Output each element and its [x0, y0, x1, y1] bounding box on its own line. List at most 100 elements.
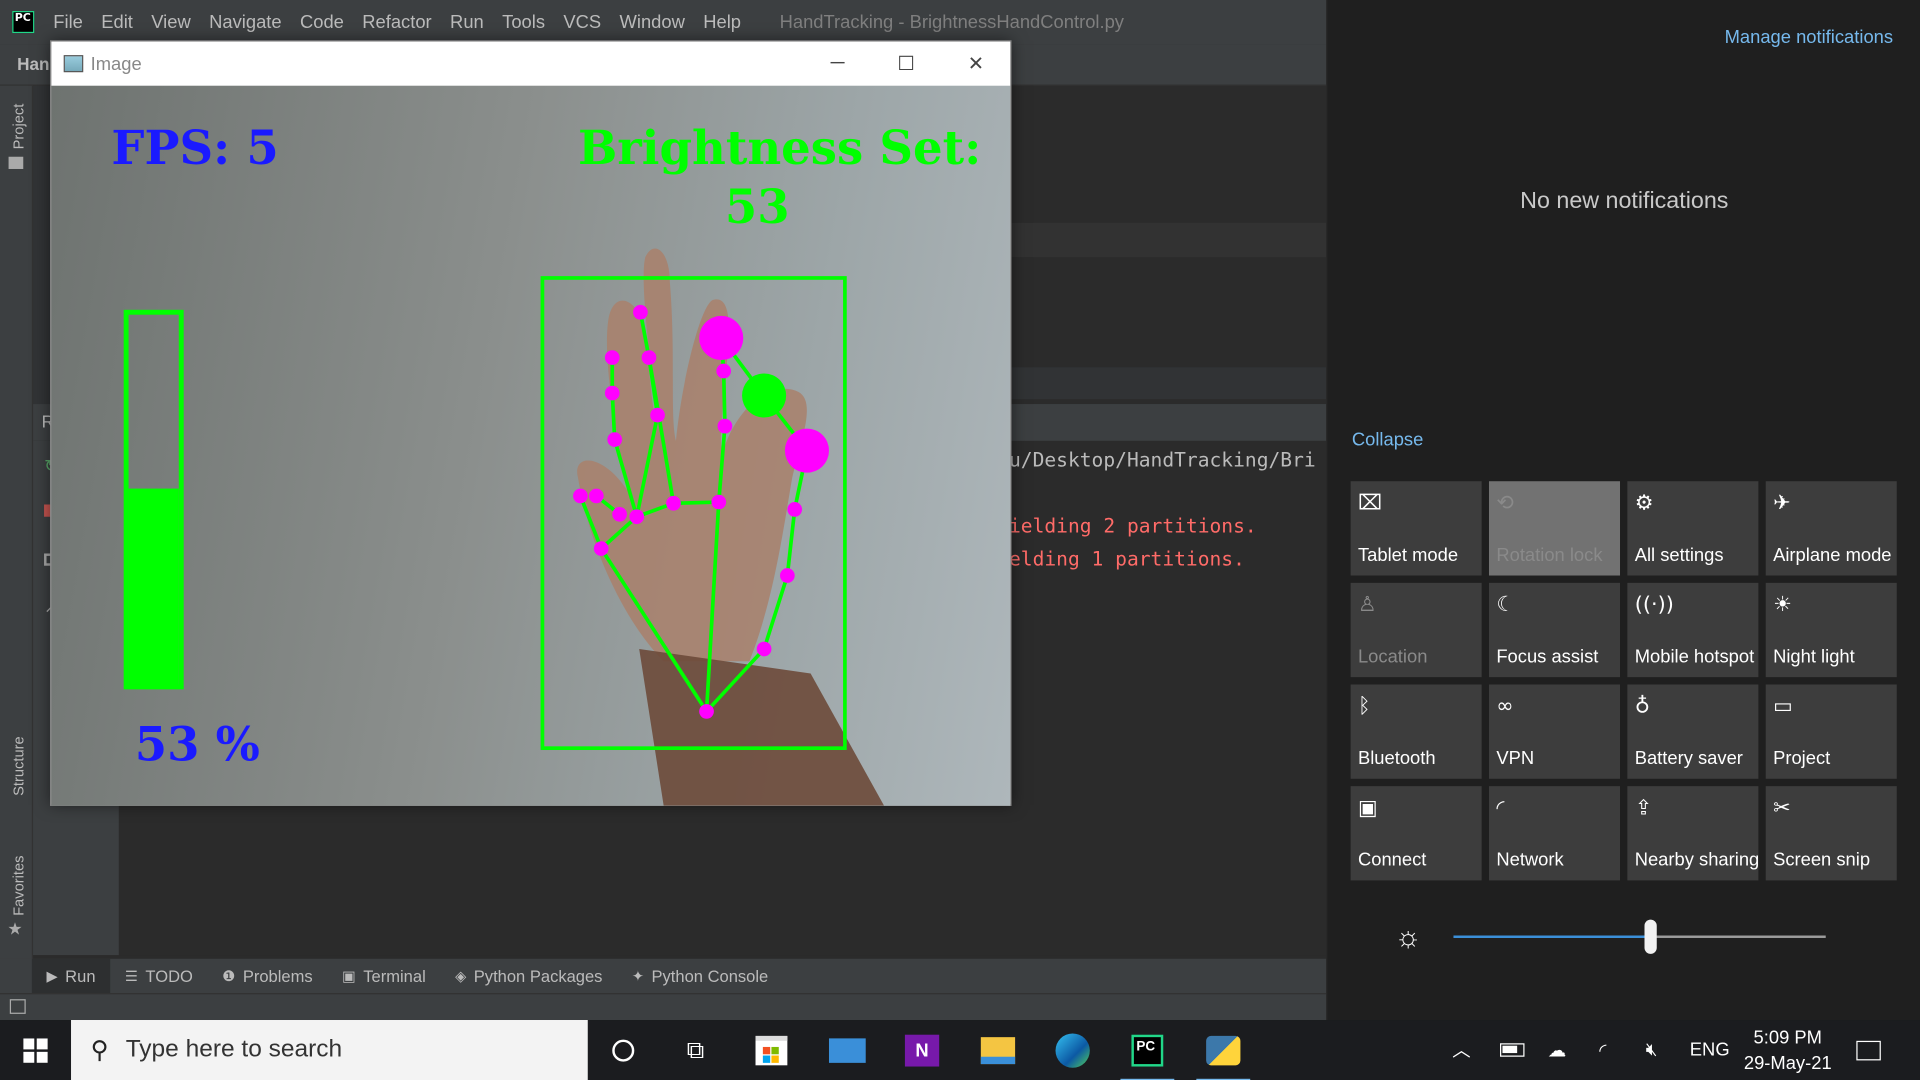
task-view-icon[interactable]: ⧉: [664, 1025, 728, 1076]
toggle-tool-windows-icon[interactable]: [9, 999, 26, 1014]
no-notifications-text: No new notifications: [1520, 188, 1729, 215]
play-icon: ▶: [46, 967, 58, 985]
nearby-sharing-icon: ⇪: [1634, 795, 1653, 821]
show-hidden-icons[interactable]: ︿: [1452, 1020, 1470, 1080]
tile-connect[interactable]: ▣ Connect: [1350, 786, 1482, 881]
tile-label: Screen snip: [1773, 849, 1871, 871]
project-icon: ▭: [1773, 694, 1793, 719]
maximize-button[interactable]: ☐: [872, 42, 941, 86]
tile-label: All settings: [1634, 544, 1724, 566]
manage-notifications-link[interactable]: Manage notifications: [1725, 27, 1893, 48]
info-icon: ❶: [222, 967, 236, 985]
connect-icon: ▣: [1357, 795, 1378, 821]
tile-tablet[interactable]: ⌧ Tablet mode: [1350, 481, 1482, 576]
collapse-link[interactable]: Collapse: [1352, 430, 1423, 451]
pinch-midpoint: [742, 373, 787, 418]
tab-python-packages[interactable]: ◈ Python Packages: [440, 959, 617, 993]
battery-icon[interactable]: [1500, 1020, 1525, 1080]
tab-run[interactable]: ▶ Run: [31, 958, 111, 994]
pycharm-taskbar-icon[interactable]: PC: [1116, 1025, 1180, 1080]
brightness-slider[interactable]: [1453, 919, 1826, 954]
onenote-icon[interactable]: N: [890, 1025, 954, 1076]
rotation-lock-icon: ⟲: [1496, 491, 1514, 516]
menu-code[interactable]: Code: [291, 12, 353, 33]
file-explorer-icon[interactable]: [966, 1025, 1030, 1076]
tile-hotspot[interactable]: ((·)) Mobile hotspot: [1627, 582, 1759, 678]
tab-terminal[interactable]: ▣ Terminal: [327, 959, 440, 993]
tile-battery-saver[interactable]: ♁ Battery saver: [1627, 684, 1759, 779]
language-indicator[interactable]: ENG: [1690, 1020, 1730, 1080]
tab-structure[interactable]: Structure: [10, 736, 27, 796]
store-icon[interactable]: [740, 1025, 804, 1076]
tile-location[interactable]: ♙ Location: [1350, 582, 1482, 678]
cortana-icon[interactable]: [591, 1025, 655, 1076]
image-window: Image ─ ☐ ✕ FPS: 5 Brightness Set: 53 53…: [50, 40, 1012, 806]
brightness-icon: ☼: [1394, 920, 1422, 954]
menu-vcs[interactable]: VCS: [554, 12, 610, 33]
tab-todo[interactable]: ☰ TODO: [110, 959, 207, 993]
ide-menubar: PC File Edit View Navigate Code Refactor…: [0, 0, 1327, 45]
tab-problems-label: Problems: [242, 966, 313, 986]
menu-window[interactable]: Window: [610, 12, 694, 33]
tile-gear[interactable]: ⚙ All settings: [1627, 481, 1759, 576]
wifi-icon[interactable]: ◜: [1599, 1020, 1606, 1080]
tile-airplane[interactable]: ✈ Airplane mode: [1765, 481, 1897, 576]
minimize-button[interactable]: ─: [803, 42, 872, 86]
action-center: Manage notifications No new notification…: [1326, 0, 1920, 1021]
volume-muted-icon[interactable]: 🔇︎: [1646, 1020, 1658, 1080]
tab-favorites[interactable]: Favorites: [10, 855, 27, 915]
menu-refactor[interactable]: Refactor: [353, 12, 441, 33]
close-button[interactable]: ✕: [942, 42, 1011, 86]
menu-file[interactable]: File: [44, 12, 92, 33]
gear-icon: ⚙: [1634, 491, 1654, 516]
tile-night-light[interactable]: ☀ Night light: [1765, 582, 1897, 678]
clock[interactable]: 5:09 PM 29-May-21: [1734, 1025, 1842, 1076]
tile-network[interactable]: ◜ Network: [1488, 786, 1621, 881]
console-error-line-2: elding 1 partitions.: [1008, 547, 1245, 571]
menu-run[interactable]: Run: [441, 12, 493, 33]
camera-frame: FPS: 5 Brightness Set: 53 53 %: [51, 85, 1011, 806]
ide-status-bar: [0, 993, 1327, 1021]
list-icon: ☰: [124, 967, 139, 985]
left-tool-strip: Project Structure Favorites ★: [0, 85, 34, 992]
image-window-title: Image: [90, 53, 142, 75]
python-taskbar-icon[interactable]: [1191, 1025, 1255, 1080]
clock-date: 29-May-21: [1743, 1053, 1832, 1074]
hand-tracking-overlay: [540, 248, 885, 806]
mail-icon[interactable]: [816, 1025, 880, 1076]
tile-nearby-sharing[interactable]: ⇪ Nearby sharing: [1627, 786, 1759, 881]
airplane-icon: ✈: [1773, 491, 1791, 516]
menu-tools[interactable]: Tools: [493, 12, 554, 33]
bluetooth-icon: ᛒ: [1357, 694, 1371, 719]
brightness-slider-fill: [1453, 935, 1651, 938]
menu-view[interactable]: View: [142, 12, 200, 33]
menu-help[interactable]: Help: [694, 12, 750, 33]
tile-rotation-lock[interactable]: ⟲ Rotation lock: [1488, 481, 1621, 576]
tile-project[interactable]: ▭ Project: [1765, 684, 1897, 779]
tab-python-console[interactable]: ✦ Python Console: [617, 959, 783, 993]
tile-bluetooth[interactable]: ᛒ Bluetooth: [1350, 684, 1482, 779]
ide-window-title: HandTracking - BrightnessHandControl.py: [779, 11, 1124, 33]
tile-vpn[interactable]: ∞ VPN: [1488, 684, 1621, 779]
image-window-titlebar[interactable]: Image ─ ☐ ✕: [51, 41, 1011, 86]
folder-icon: [8, 156, 24, 169]
search-box[interactable]: ⚲ Type here to search: [71, 1020, 588, 1080]
pycharm-logo-icon: PC: [12, 11, 35, 34]
tile-scissors[interactable]: ✂ Screen snip: [1765, 786, 1897, 881]
brightness-slider-thumb[interactable]: [1644, 919, 1657, 954]
project-breadcrumb[interactable]: Han: [17, 54, 49, 74]
menu-edit[interactable]: Edit: [92, 12, 142, 33]
onedrive-icon[interactable]: ☁: [1548, 1020, 1566, 1080]
tab-project[interactable]: Project: [10, 104, 27, 150]
tile-label: Project: [1773, 748, 1831, 769]
tab-problems[interactable]: ❶ Problems: [208, 959, 328, 993]
notifications-icon[interactable]: [1856, 1020, 1881, 1080]
scissors-icon: ✂: [1773, 795, 1791, 821]
start-button[interactable]: [0, 1020, 71, 1080]
menu-navigate[interactable]: Navigate: [200, 12, 291, 33]
tile-moon[interactable]: ☾ Focus assist: [1488, 582, 1621, 678]
edge-icon[interactable]: [1041, 1025, 1105, 1076]
console-path-line: u/Desktop/HandTracking/Bri: [1008, 448, 1316, 472]
python-console-icon: ✦: [631, 967, 645, 985]
tile-label: Mobile hotspot: [1634, 646, 1755, 668]
